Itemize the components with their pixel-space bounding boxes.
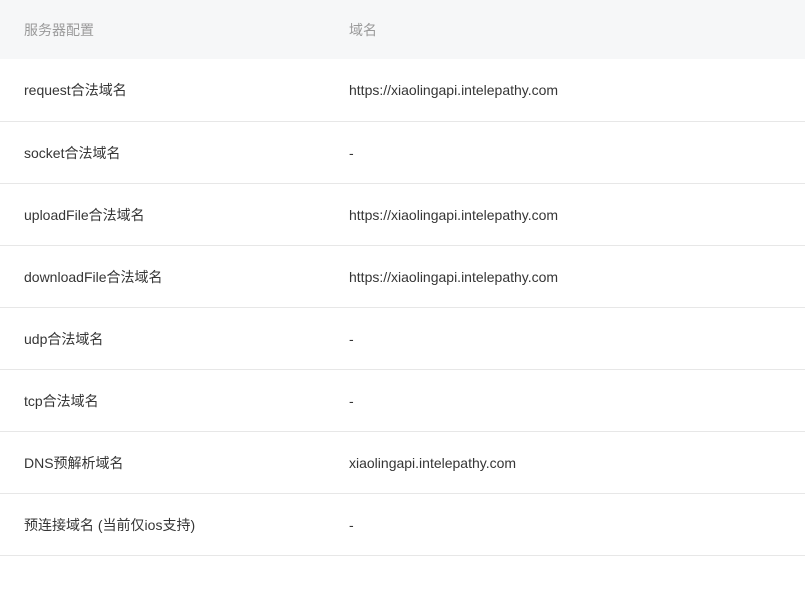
domain-cell: - [349,144,354,161]
domain-cell: xiaolingapi.intelepathy.com [349,454,517,471]
config-name-cell: DNS预解析域名 [24,454,124,471]
config-name-cell: request合法域名 [24,82,127,98]
domain-cell: https://xiaolingapi.intelepathy.com [349,206,559,223]
config-name-cell: downloadFile合法域名 [24,268,163,285]
config-name-cell: tcp合法域名 [24,392,99,409]
table-header: 服务器配置 域名 [0,0,805,59]
server-domain-table: 服务器配置 域名 request合法域名 https://xiaolingapi… [0,0,805,556]
table-row: udp合法域名 - [0,308,805,370]
config-name-cell: udp合法域名 [24,330,104,347]
table-row: socket合法域名 - [0,122,805,184]
domain-cell: - [349,392,354,409]
table-row: uploadFile合法域名 https://xiaolingapi.intel… [0,184,805,246]
column-header-domain: 域名 [349,21,377,38]
domain-cell: - [349,330,354,347]
table-row: 预连接域名 (当前仅ios支持) - [0,494,805,556]
config-name-cell: 预连接域名 (当前仅ios支持) [24,516,196,533]
domain-cell: https://xiaolingapi.intelepathy.com [349,268,559,285]
domain-cell: https://xiaolingapi.intelepathy.com [349,82,559,98]
domain-cell: - [349,516,354,533]
config-name-cell: socket合法域名 [24,144,121,161]
table-row: DNS预解析域名 xiaolingapi.intelepathy.com [0,432,805,494]
table-row: tcp合法域名 - [0,370,805,432]
table-row: request合法域名 https://xiaolingapi.intelepa… [0,59,805,122]
table-row: downloadFile合法域名 https://xiaolingapi.int… [0,246,805,308]
column-header-server-config: 服务器配置 [24,21,94,38]
config-name-cell: uploadFile合法域名 [24,206,145,223]
